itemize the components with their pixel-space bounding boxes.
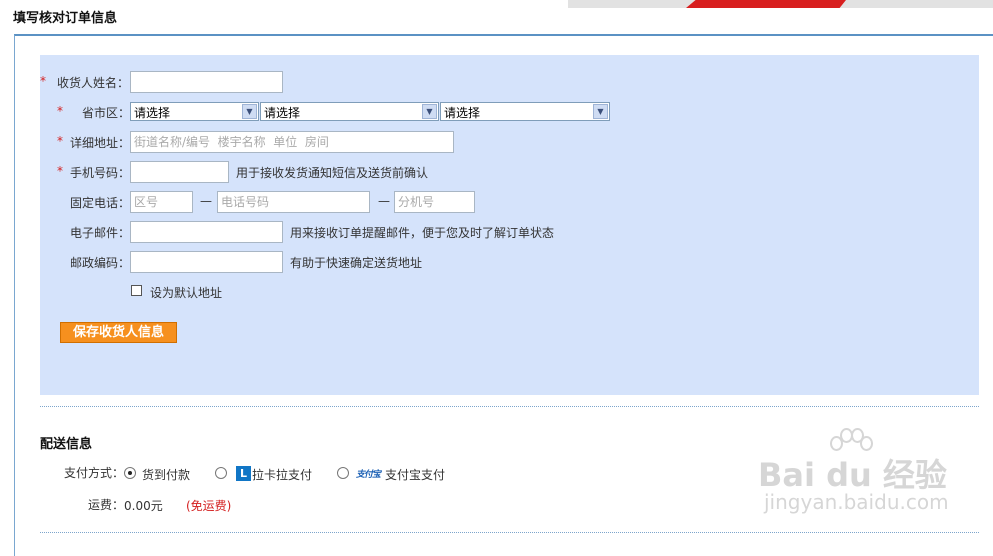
zip-input[interactable] xyxy=(130,251,283,273)
email-input[interactable] xyxy=(130,221,283,243)
section-divider xyxy=(40,532,979,533)
shipping-fee-value: 0.00元 xyxy=(124,499,163,513)
recipient-name-input[interactable] xyxy=(130,71,283,93)
chevron-down-icon[interactable]: ▼ xyxy=(422,104,437,119)
address-label: 详细地址： xyxy=(70,136,131,150)
city-value: 请选择 xyxy=(264,106,301,120)
mobile-label: 手机号码： xyxy=(70,166,131,180)
payment-option-alipay[interactable]: 支付宝支付 xyxy=(385,466,445,483)
payment-method-label: 支付方式： xyxy=(64,466,125,480)
default-address-label: 设为默认地址 xyxy=(150,286,223,300)
save-recipient-button[interactable]: 保存收货人信息 xyxy=(60,322,177,343)
top-red-accent xyxy=(686,0,846,8)
required-mark: * xyxy=(57,104,63,118)
section-divider xyxy=(40,406,979,407)
phone-separator: — xyxy=(200,194,212,208)
payment-radio-alipay[interactable] xyxy=(337,467,349,479)
chevron-down-icon[interactable]: ▼ xyxy=(242,104,257,119)
province-select[interactable]: 请选择 ▼ xyxy=(130,102,259,121)
alipay-icon: 支付宝 xyxy=(356,470,381,480)
required-mark: * xyxy=(57,134,63,148)
city-select[interactable]: 请选择 ▼ xyxy=(260,102,439,121)
phone-label: 固定电话： xyxy=(70,196,131,210)
shipping-fee-label: 运费： xyxy=(88,498,125,512)
mobile-input[interactable] xyxy=(130,161,229,183)
page-title: 填写核对订单信息 xyxy=(13,11,118,26)
lakala-icon: L xyxy=(236,466,251,481)
zip-label: 邮政编码： xyxy=(70,256,131,270)
address-input[interactable] xyxy=(130,131,454,153)
district-select[interactable]: 请选择 ▼ xyxy=(440,102,610,121)
chevron-down-icon[interactable]: ▼ xyxy=(593,104,608,119)
extension-input[interactable] xyxy=(394,191,475,213)
region-label: 省市区： xyxy=(82,106,131,120)
default-address-checkbox[interactable] xyxy=(131,285,142,296)
required-mark: * xyxy=(40,74,46,88)
payment-radio-lakala[interactable] xyxy=(215,467,227,479)
phone-number-input[interactable] xyxy=(217,191,370,213)
delivery-section-title: 配送信息 xyxy=(40,437,93,452)
district-value: 请选择 xyxy=(444,106,481,120)
area-code-input[interactable] xyxy=(130,191,193,213)
watermark-url: jingyan.baidu.com xyxy=(764,490,949,514)
payment-option-cod[interactable]: 货到付款 xyxy=(142,466,190,483)
required-mark: * xyxy=(57,164,63,178)
payment-option-lakala[interactable]: 拉卡拉支付 xyxy=(252,466,312,483)
mobile-hint: 用于接收发货通知短信及送货前确认 xyxy=(236,166,429,180)
top-decoration-bar xyxy=(568,0,993,8)
ext-separator: — xyxy=(378,194,390,208)
email-label: 电子邮件： xyxy=(70,226,131,240)
free-shipping-note: (免运费) xyxy=(186,499,232,513)
payment-radio-cod[interactable] xyxy=(124,467,136,479)
email-hint: 用来接收订单提醒邮件，便于您及时了解订单状态 xyxy=(290,226,555,240)
province-value: 请选择 xyxy=(134,106,171,120)
zip-hint: 有助于快速确定送货地址 xyxy=(290,256,423,270)
name-label: 收货人姓名： xyxy=(57,76,130,90)
